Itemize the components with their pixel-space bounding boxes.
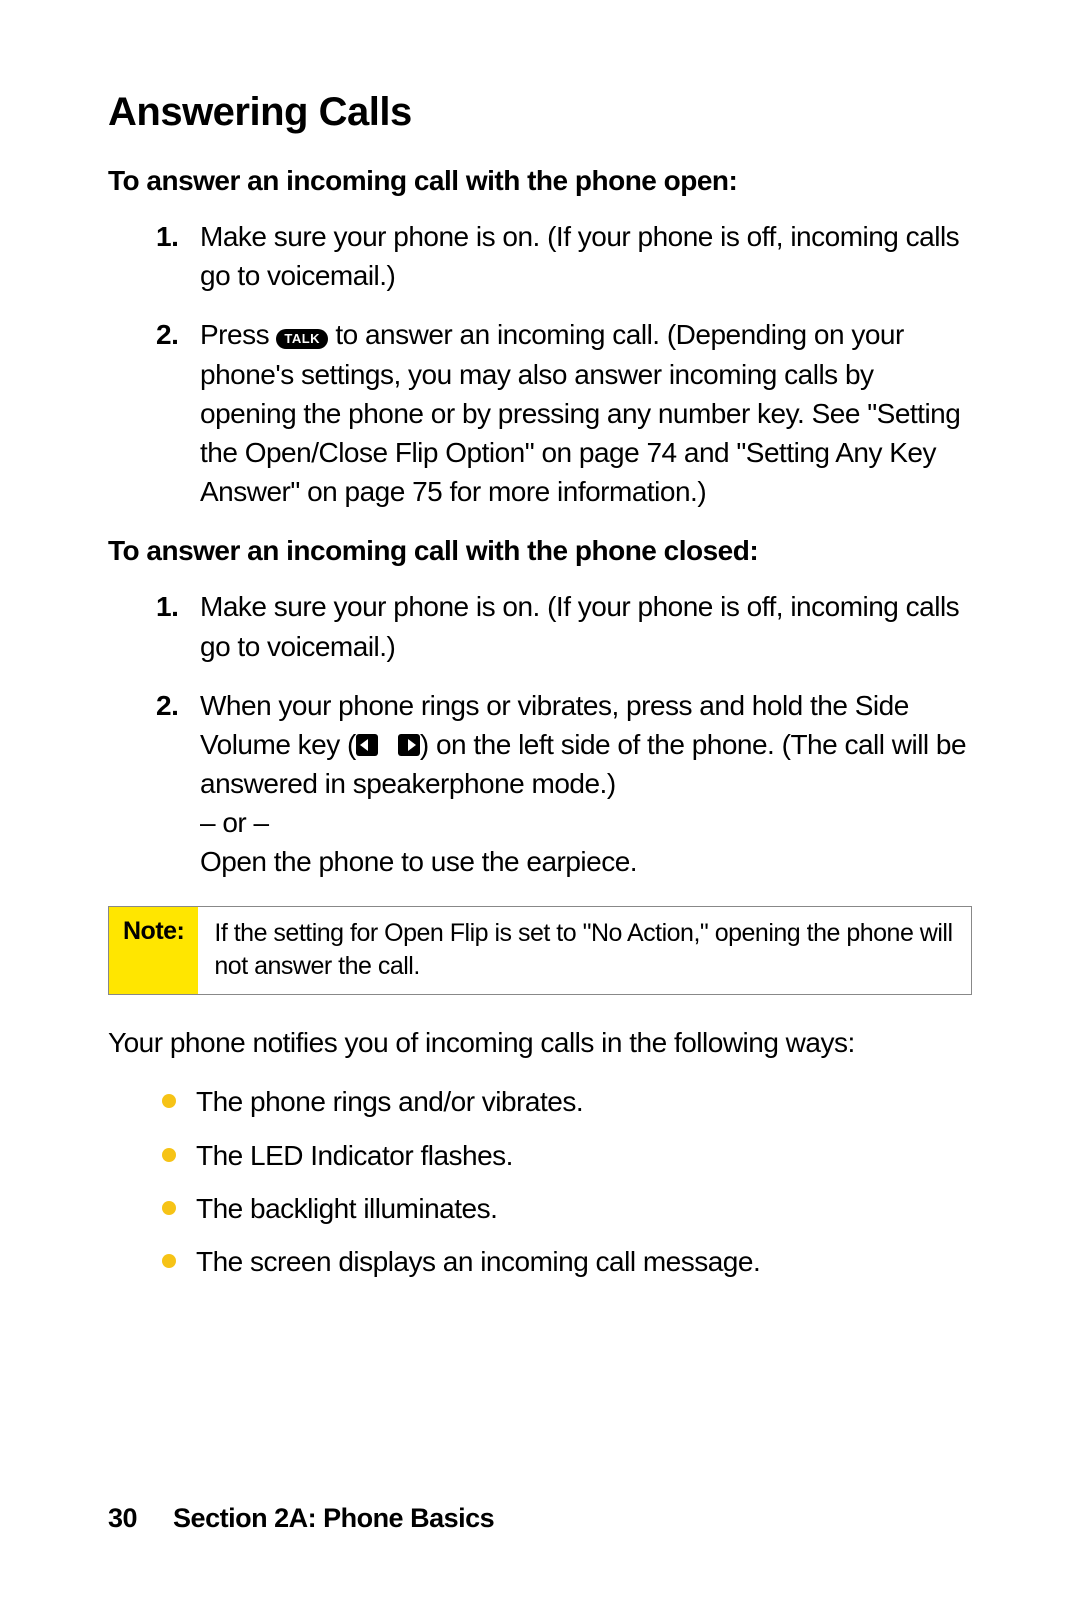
list-item: The LED Indicator flashes. — [162, 1136, 972, 1175]
note-label: Note: — [109, 907, 198, 995]
steps-phone-open: 1. Make sure your phone is on. (If your … — [156, 217, 972, 511]
step-or: – or – — [200, 807, 269, 838]
step-item: 1. Make sure your phone is on. (If your … — [156, 587, 972, 665]
step-number: 1. — [156, 217, 178, 256]
page-footer: 30 Section 2A: Phone Basics — [108, 1503, 494, 1534]
step-text-pre: Press — [200, 319, 276, 350]
list-item: The backlight illuminates. — [162, 1189, 972, 1228]
page-number: 30 — [108, 1503, 137, 1533]
section-title: Section 2A: Phone Basics — [173, 1503, 494, 1533]
step-number: 2. — [156, 315, 178, 354]
step-text-c: Open the phone to use the earpiece. — [200, 846, 637, 877]
page-heading: Answering Calls — [108, 90, 972, 135]
list-item: The screen displays an incoming call mes… — [162, 1242, 972, 1281]
talk-key-icon: TALK — [276, 329, 328, 349]
list-item: The phone rings and/or vibrates. — [162, 1082, 972, 1121]
notify-bullets: The phone rings and/or vibrates. The LED… — [162, 1082, 972, 1281]
note-box: Note: If the setting for Open Flip is se… — [108, 906, 972, 996]
step-item: 2. When your phone rings or vibrates, pr… — [156, 686, 972, 882]
steps-phone-closed: 1. Make sure your phone is on. (If your … — [156, 587, 972, 881]
step-item: 1. Make sure your phone is on. (If your … — [156, 217, 972, 295]
step-text: When your phone rings or vibrates, press… — [200, 690, 966, 878]
step-number: 1. — [156, 587, 178, 626]
step-text: Make sure your phone is on. (If your pho… — [200, 221, 959, 291]
step-text: Make sure your phone is on. (If your pho… — [200, 591, 959, 661]
subhead-phone-open: To answer an incoming call with the phon… — [108, 165, 972, 197]
subhead-phone-closed: To answer an incoming call with the phon… — [108, 535, 972, 567]
step-text: Press TALK to answer an incoming call. (… — [200, 319, 960, 507]
note-body: If the setting for Open Flip is set to "… — [198, 907, 971, 995]
notify-intro: Your phone notifies you of incoming call… — [108, 1023, 972, 1062]
step-item: 2. Press TALK to answer an incoming call… — [156, 315, 972, 511]
volume-key-icon — [356, 734, 420, 756]
step-number: 2. — [156, 686, 178, 725]
